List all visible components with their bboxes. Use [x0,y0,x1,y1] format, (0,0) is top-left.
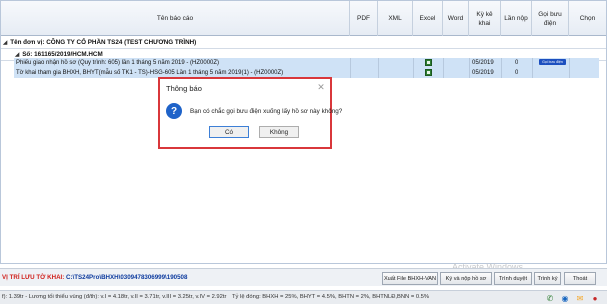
row-times: 0 [515,70,519,76]
call-post-button[interactable]: Gọi bưu điện [539,59,566,65]
tra-ky-button[interactable]: Trình ký [534,272,561,285]
col-title-header[interactable]: Tên báo cáo [1,1,350,36]
yes-button[interactable]: Có [209,126,249,138]
row-period: 05/2019 [472,60,494,66]
col-period-header[interactable]: Kỳ kê khai [469,1,501,36]
email-icon[interactable]: ✉ [575,293,585,303]
col-xml-header[interactable]: XML [378,1,413,36]
contribution-rates-info: Tỷ lệ đóng: BHXH = 25%, BHYT = 4.5%, BHT… [232,294,430,300]
col-word-header[interactable]: Word [443,1,469,36]
row-period: 05/2019 [472,70,494,76]
row-name: Phiếu giao nhận hồ sơ (Quy trình: 605) l… [16,60,220,66]
exit-button[interactable]: Thoát [564,272,596,285]
save-location-label: VỊ TRÍ LƯU TỜ KHAI: [2,274,65,281]
submit-approve-button[interactable]: Trình duyệt [494,272,532,285]
close-icon[interactable]: ✕ [316,82,326,93]
col-select-header[interactable]: Chọn [569,1,606,36]
confirm-dialog: Thông báo ✕ ? Bạn có chắc gọi bưu điện x… [158,77,342,149]
phone-icon[interactable]: ✆ [545,293,555,303]
group-unit-label: Tên đơn vị: CÔNG TY CỔ PHẦN TS24 (TEST C… [10,39,197,46]
question-icon: ? [166,103,182,119]
info-bar: f): 1.39tr - Lương tối thiểu vùng (đ/th)… [0,290,607,304]
sign-submit-button[interactable]: Ký và nộp hồ sơ [440,272,492,285]
row-times: 0 [515,60,519,66]
col-excel-header[interactable]: Excel [413,1,443,36]
action-bar: VỊ TRÍ LƯU TỜ KHAI: C:\TS24Pro\BHXH\0309… [0,268,607,286]
excel-file-icon[interactable] [425,69,432,76]
col-post-header[interactable]: Gọi bưu điện [532,1,569,36]
minimum-wage-info: f): 1.39tr - Lương tối thiểu vùng (đ/th)… [2,294,227,300]
skype-icon[interactable]: ◉ [560,293,570,303]
export-van-button[interactable]: Xuất File BHXH-VAN [382,272,438,285]
collapse-icon[interactable]: ◢ [15,52,19,58]
group-unit[interactable]: ◢ Tên đơn vị: CÔNG TY CỔ PHẦN TS24 (TEST… [1,37,606,48]
dialog-message: Bạn có chắc gọi bưu điện xuống lấy hồ sơ… [190,108,343,115]
col-pdf-header[interactable]: PDF [350,1,378,36]
table-row[interactable]: Phiếu giao nhận hồ sơ (Quy trình: 605) l… [14,58,599,68]
col-times-header[interactable]: Lần nộp [501,1,532,36]
excel-file-icon[interactable] [425,59,432,66]
help-icon[interactable]: ● [590,293,600,303]
no-button[interactable]: Không [259,126,299,138]
save-location-path[interactable]: C:\TS24Pro\BHXH\0309478306999\190508 [66,274,187,281]
collapse-icon[interactable]: ◢ [3,40,7,46]
dialog-title: Thông báo [166,83,202,93]
grid-header: Tên báo cáo PDF XML Excel Word Kỳ kê kha… [1,1,606,36]
group-so-label: Số: 161165/2019/HCM.HCM [22,51,103,58]
